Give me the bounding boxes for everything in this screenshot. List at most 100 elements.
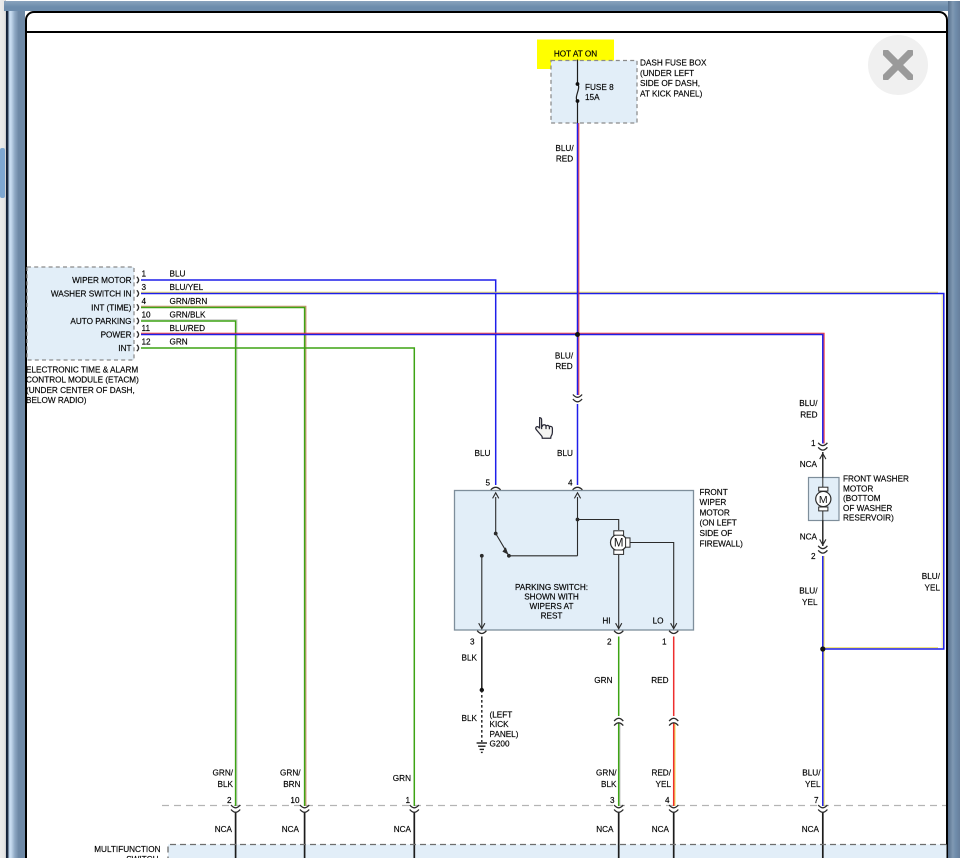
svg-text:M: M [614, 538, 624, 550]
svg-text:G200: G200 [490, 740, 510, 749]
svg-text:1: 1 [405, 796, 410, 805]
svg-text:YEL: YEL [656, 780, 672, 789]
svg-text:LO: LO [653, 616, 664, 625]
svg-text:YEL: YEL [925, 584, 941, 593]
svg-text:BLK: BLK [218, 780, 234, 789]
svg-text:GRN: GRN [393, 774, 411, 783]
svg-text:MULTIFUNCTION: MULTIFUNCTION [94, 845, 160, 854]
svg-text:YEL: YEL [802, 598, 818, 607]
svg-text:GRN/BLK: GRN/BLK [170, 311, 206, 320]
svg-text:BLU/YEL: BLU/YEL [170, 283, 204, 292]
svg-text:RED/: RED/ [651, 768, 671, 777]
svg-text:FIREWALL): FIREWALL) [700, 539, 744, 548]
svg-text:WIPER: WIPER [700, 498, 727, 507]
svg-text:MOTOR: MOTOR [700, 508, 730, 517]
svg-text:3: 3 [470, 638, 475, 647]
svg-text:1: 1 [662, 638, 667, 647]
svg-text:NCA: NCA [215, 825, 233, 834]
svg-text:BLU/: BLU/ [555, 144, 574, 153]
svg-text:BLK: BLK [601, 780, 617, 789]
svg-text:INT: INT [118, 344, 131, 353]
svg-text:NCA: NCA [800, 460, 818, 469]
svg-text:BLU/RED: BLU/RED [170, 324, 206, 333]
svg-text:BLU: BLU [475, 449, 491, 458]
svg-text:RED: RED [800, 410, 817, 419]
svg-text:(ON LEFT: (ON LEFT [700, 519, 737, 528]
svg-text:NCA: NCA [652, 825, 670, 834]
svg-text:FRONT: FRONT [700, 488, 728, 497]
svg-text:BLU/: BLU/ [922, 572, 941, 581]
svg-text:INT (TIME): INT (TIME) [91, 304, 132, 313]
svg-text:15A: 15A [585, 93, 600, 102]
svg-text:4: 4 [568, 479, 573, 488]
svg-text:(LEFT: (LEFT [490, 711, 513, 720]
svg-text:BLK: BLK [462, 714, 478, 723]
svg-text:(BOTTOM: (BOTTOM [843, 494, 881, 503]
svg-text:ELECTRONIC TIME & ALARM: ELECTRONIC TIME & ALARM [26, 365, 138, 374]
svg-text:DASH FUSE BOX: DASH FUSE BOX [640, 59, 707, 68]
svg-text:SIDE OF: SIDE OF [700, 529, 733, 538]
svg-text:WASHER SWITCH IN: WASHER SWITCH IN [51, 290, 132, 299]
svg-text:BLU/: BLU/ [799, 399, 818, 408]
svg-text:2: 2 [227, 796, 232, 805]
svg-text:BLU/: BLU/ [555, 351, 574, 360]
svg-text:(UNDER LEFT: (UNDER LEFT [640, 69, 694, 78]
svg-text:GRN/: GRN/ [280, 768, 301, 777]
svg-text:HOT AT ON: HOT AT ON [554, 49, 597, 58]
svg-text:BLK: BLK [462, 654, 478, 663]
svg-text:10: 10 [290, 796, 300, 805]
svg-text:1: 1 [142, 270, 147, 279]
svg-text:CONTROL MODULE (ETACM): CONTROL MODULE (ETACM) [26, 376, 139, 385]
svg-text:PARKING SWITCH:: PARKING SWITCH: [515, 583, 588, 592]
svg-text:2: 2 [607, 638, 612, 647]
svg-text:BELOW RADIO): BELOW RADIO) [26, 396, 87, 405]
svg-text:KICK: KICK [490, 720, 510, 729]
svg-text:AT KICK PANEL): AT KICK PANEL) [640, 89, 703, 98]
svg-text:NCA: NCA [394, 825, 412, 834]
svg-text:GRN/: GRN/ [213, 768, 234, 777]
svg-text:5: 5 [485, 479, 490, 488]
svg-text:FRONT WASHER: FRONT WASHER [843, 475, 909, 484]
svg-text:RED: RED [555, 362, 572, 371]
svg-text:7: 7 [814, 796, 819, 805]
svg-text:RED: RED [556, 155, 573, 164]
svg-text:BLU: BLU [557, 449, 573, 458]
svg-text:NCA: NCA [282, 825, 300, 834]
svg-text:3: 3 [142, 283, 147, 292]
svg-text:NCA: NCA [596, 825, 614, 834]
svg-text:WIPER MOTOR: WIPER MOTOR [72, 276, 132, 285]
svg-text:4: 4 [142, 297, 147, 306]
svg-text:11: 11 [142, 324, 151, 333]
svg-text:REST: REST [541, 612, 563, 621]
svg-text:GRN: GRN [594, 676, 612, 685]
svg-text:NCA: NCA [802, 825, 820, 834]
svg-text:OF WASHER: OF WASHER [843, 504, 892, 513]
svg-text:10: 10 [142, 311, 152, 320]
svg-text:RED: RED [651, 676, 668, 685]
svg-text:HI: HI [602, 616, 610, 625]
svg-text:GRN/: GRN/ [596, 768, 617, 777]
svg-text:MOTOR: MOTOR [843, 484, 873, 493]
svg-text:AUTO PARKING: AUTO PARKING [70, 317, 131, 326]
svg-text:PANEL): PANEL) [490, 730, 519, 739]
svg-text:4: 4 [665, 796, 670, 805]
svg-text:NCA: NCA [800, 532, 818, 541]
svg-text:YEL: YEL [805, 780, 821, 789]
svg-text:12: 12 [142, 338, 152, 347]
svg-text:BRN: BRN [283, 780, 300, 789]
svg-text:GRN/BRN: GRN/BRN [170, 297, 208, 306]
svg-text:RESERVOIR): RESERVOIR) [843, 514, 894, 523]
svg-text:1: 1 [811, 439, 816, 448]
svg-text:2: 2 [811, 552, 816, 561]
svg-text:SHOWN WITH: SHOWN WITH [524, 592, 579, 601]
svg-text:SIDE OF DASH,: SIDE OF DASH, [640, 79, 700, 88]
svg-text:WIPERS AT: WIPERS AT [530, 602, 574, 611]
svg-text:FUSE 8: FUSE 8 [585, 83, 614, 92]
svg-text:(UNDER CENTER OF DASH,: (UNDER CENTER OF DASH, [26, 386, 135, 395]
svg-text:3: 3 [610, 796, 615, 805]
svg-text:BLU/: BLU/ [802, 768, 821, 777]
svg-text:M: M [819, 494, 828, 506]
svg-text:POWER: POWER [101, 331, 132, 340]
svg-text:BLU/: BLU/ [799, 586, 818, 595]
svg-text:BLU: BLU [170, 270, 186, 279]
